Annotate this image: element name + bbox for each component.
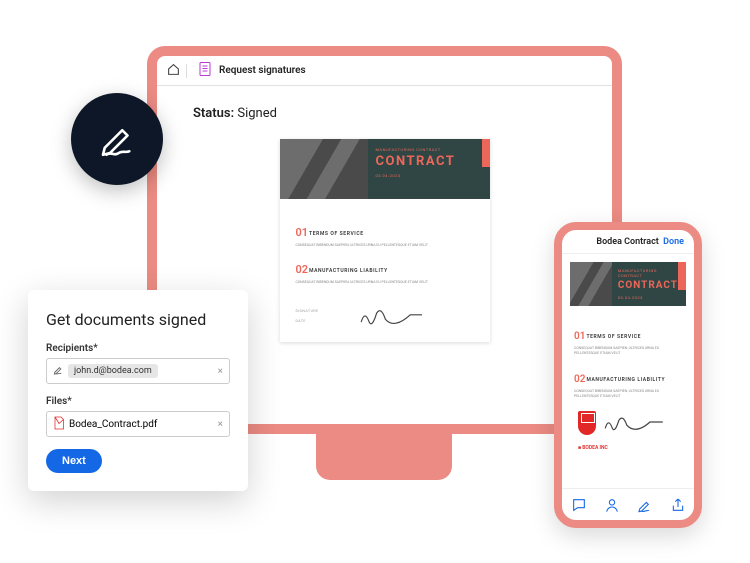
doc-icon [193,62,219,79]
breadcrumb-label: Request signatures [219,65,306,76]
recipient-chip[interactable]: john.d@bodea.com [68,364,158,378]
phone-section-title: TERMS OF SERVICE [586,334,641,340]
status-value: Signed [237,106,277,121]
phone-doc-title: CONTRACT [618,280,678,291]
phone-section-title: MANUFACTURING LIABILITY [586,377,665,383]
topbar: Request signatures [157,56,612,86]
mobile-phone: Bodea Contract Done MANUFACTURING CONTRA… [554,222,702,528]
pdf-icon [53,416,69,433]
get-documents-signed-popup: Get documents signed Recipients* john.d@… [28,290,248,491]
sign-icon [96,118,138,160]
done-button[interactable]: Done [663,237,684,247]
popup-title: Get documents signed [46,310,230,329]
home-icon[interactable] [167,63,180,79]
comment-icon[interactable] [571,497,587,513]
phone-title: Bodea Contract [596,237,658,247]
phone-doc-photo [570,262,612,306]
document-hero-photo [280,139,368,199]
phone-section-number: 01 [574,331,585,342]
section-number: 02 [296,263,309,276]
clear-file-icon[interactable]: × [218,419,223,430]
section-text: CONSEQUAT BIBENDUM SAEPIEN, ULTRICES URN… [296,243,474,248]
phone-doc-subheading: MANUFACTURING CONTRACT [618,268,678,278]
section-text: CONSEQUAT BIBENDUM SAEPIEN, ULTRICES URN… [296,280,474,285]
recipients-input[interactable]: john.d@bodea.com × [46,358,230,384]
status-line: Status: Signed [193,106,588,121]
profile-icon[interactable] [604,497,620,513]
sig-label-date: DATE [296,317,319,327]
file-name: Bodea_Contract.pdf [69,419,157,430]
files-label: Files* [46,396,230,407]
doc-date: 03.04.2023 [376,173,480,178]
phone-bottom-toolbar [562,488,694,520]
sig-label-signature: SIGNATURE [296,307,319,317]
section-title: TERMS OF SERVICE [309,231,364,237]
sign-mini-icon [53,364,68,378]
recipients-label: Recipients* [46,343,230,354]
clear-recipient-icon[interactable]: × [218,366,223,377]
phone-header: Bodea Contract Done [562,230,694,254]
doc-subheading: MANUFACTURING CONTRACT [376,147,480,152]
brand-tag: ■ BODEA INC [578,445,684,451]
phone-section-text: CONSEQUAT BIBENDUM SAEPIEN, ULTRICES URN… [574,346,684,357]
next-button[interactable]: Next [46,449,102,473]
doc-title: CONTRACT [376,154,480,169]
sign-here-stamp[interactable] [578,411,596,435]
files-input[interactable]: Bodea_Contract.pdf × [46,411,230,437]
phone-section-text: CONSEQUAT BIBENDUM SAEPIEN, ULTRICES URN… [574,389,684,400]
phone-doc-date: 03.04.2023 [618,295,678,300]
share-icon[interactable] [670,497,686,513]
signature-labels: SIGNATURE DATE [296,307,319,327]
section-number: 01 [296,226,309,239]
sign-icon[interactable] [637,497,653,513]
contract-document: MANUFACTURING CONTRACT CONTRACT 03.04.20… [280,139,490,342]
topbar-divider [186,64,187,78]
section-title: MANUFACTURING LIABILITY [309,268,388,274]
sign-badge [71,93,163,185]
signature-scribble [329,306,474,328]
monitor-stand [316,430,452,480]
phone-section-number: 02 [574,374,585,385]
status-label: Status: [193,106,234,121]
phone-signature-scribble [602,414,682,433]
